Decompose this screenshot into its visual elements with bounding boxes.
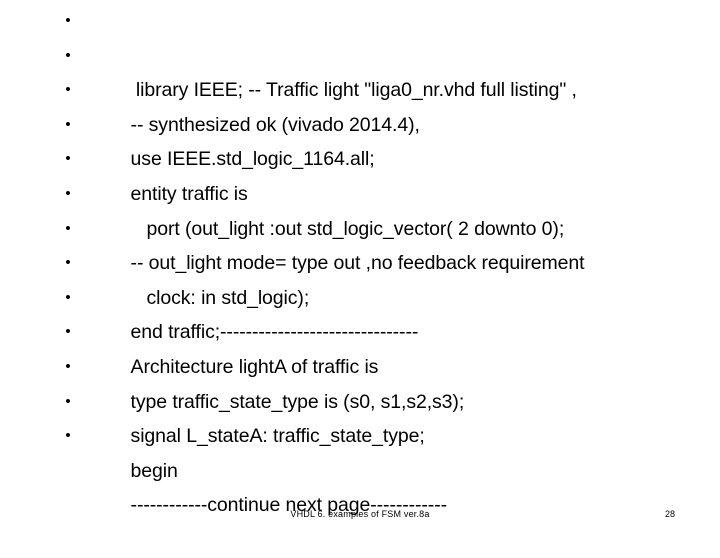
bullet-icon: • [65, 115, 71, 133]
bullet-icon: • [65, 288, 71, 306]
bullet-icon: • [65, 46, 71, 64]
presentation-slide: • library IEEE; -- Traffic light "liga0_… [0, 0, 720, 540]
list-item: • -- out_light mode= type out ,no feedba… [56, 177, 676, 274]
bullet-icon: • [65, 219, 71, 237]
slide-body-placeholder: • library IEEE; -- Traffic light "liga0_… [56, 4, 676, 516]
slide-number: 28 [664, 509, 675, 519]
list-item: • use IEEE.std_logic_1164.all; [56, 73, 676, 170]
list-item: • entity traffic is [56, 108, 676, 205]
bullet-icon: • [65, 357, 71, 375]
code-line-text: begin [130, 459, 178, 482]
slide-footer: VHDL 6. examples of FSM ver.8a 28 [0, 508, 720, 524]
code-bullet-list: • library IEEE; -- Traffic light "liga0_… [56, 4, 676, 516]
bullet-icon: • [65, 427, 71, 445]
footer-title: VHDL 6. examples of FSM ver.8a [290, 509, 430, 519]
bullet-icon: • [65, 81, 71, 99]
bullet-icon: • [65, 150, 71, 168]
list-item: • clock: in std_logic); [56, 212, 676, 309]
list-item: • Architecture lightA of traffic is [56, 281, 676, 378]
list-item: • library IEEE; -- Traffic light "liga0_… [56, 4, 676, 101]
bullet-icon: • [65, 323, 71, 341]
list-item: • type traffic_state_type is (s0, s1,s2,… [56, 315, 676, 412]
bullet-icon: • [65, 12, 71, 29]
bullet-icon: • [65, 184, 71, 202]
list-item: • -- synthesized ok (vivado 2014.4), [56, 39, 676, 136]
list-item: • begin [56, 385, 676, 482]
list-item: • ------------continue next page--------… [56, 419, 676, 516]
bullet-icon: • [65, 392, 71, 410]
list-item: • end traffic;--------------------------… [56, 246, 676, 343]
list-item: • port (out_light :out std_logic_vector(… [56, 142, 676, 239]
list-item: • signal L_stateA: traffic_state_type; [56, 350, 676, 447]
bullet-icon: • [65, 254, 71, 272]
